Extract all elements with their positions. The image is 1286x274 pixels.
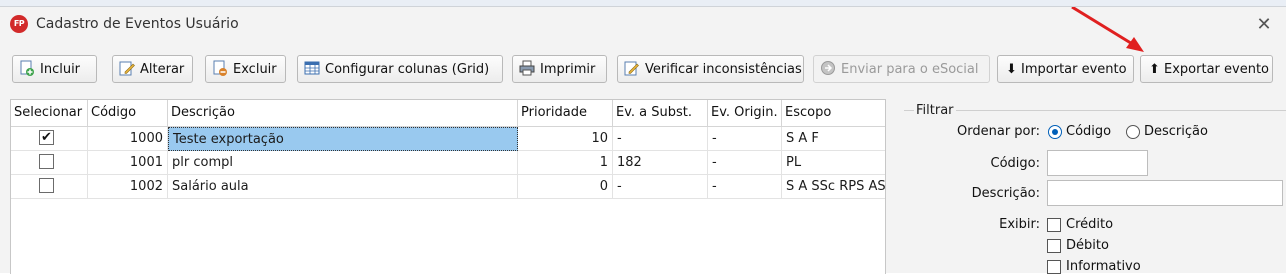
filter-legend: Filtrar [914,103,956,118]
codigo-filter-label: Código: [990,156,1040,171]
app-logo-icon: FP [10,15,28,33]
ev-subst-cell: 182 [613,151,708,175]
verificar-label: Verificar inconsistências [645,62,802,77]
excluir-button[interactable]: Excluir [205,55,286,83]
ev-origin-cell: - [708,175,782,199]
importar-evento-button[interactable]: ⬇ Importar evento [997,55,1134,83]
verificar-inconsistencias-button[interactable]: Verificar inconsistências [617,55,804,83]
close-icon: ✕ [1256,14,1272,35]
prioridade-cell: 0 [518,175,613,199]
imprimir-button[interactable]: Imprimir [512,55,607,83]
ordenar-label: Ordenar por: [957,124,1040,139]
table-row[interactable]: 1001 plr compl 1 182 - PL [11,151,885,175]
column-header-ev-origin[interactable]: Ev. Origin. [708,100,782,126]
configurar-label: Configurar colunas (Grid) [325,62,490,77]
ordenar-codigo-label[interactable]: Código [1066,124,1111,139]
credito-checkbox[interactable] [1047,218,1061,232]
edit-document-icon [119,61,135,76]
column-header-escopo[interactable]: Escopo [782,100,885,126]
events-grid[interactable]: Selecionar Código Descrição Prioridade E… [10,99,886,274]
descricao-cell: Salário aula [168,175,518,199]
row-checkbox[interactable] [39,178,54,193]
prioridade-cell: 10 [518,127,613,151]
incluir-label: Incluir [40,62,81,77]
filter-divider [904,110,1286,111]
delete-document-icon [213,60,227,76]
codigo-cell: 1002 [88,175,168,199]
ordenar-codigo-radio[interactable] [1048,125,1062,139]
ev-subst-cell: - [613,175,708,199]
escopo-cell: PL [782,151,885,175]
toolbar: Incluir Alterar Excluir Configurar colun… [0,55,1286,85]
row-checkbox[interactable] [39,154,54,169]
add-document-icon [20,60,34,76]
ev-origin-cell: - [708,151,782,175]
ev-subst-cell: - [613,127,708,151]
column-header-ev-subst[interactable]: Ev. a Subst. [613,100,708,126]
annotation-arrow-icon [1071,7,1144,52]
select-cell: ✔ [11,127,88,151]
grid-table-icon [304,61,320,75]
table-row[interactable]: 1002 Salário aula 0 - - S A SSc RPS AS [11,175,885,199]
row-checkbox[interactable]: ✔ [39,130,54,145]
imprimir-label: Imprimir [540,62,596,77]
codigo-filter-input[interactable] [1047,150,1148,176]
codigo-cell: 1001 [88,151,168,175]
column-header-prioridade[interactable]: Prioridade [518,100,613,126]
ordenar-descricao-label[interactable]: Descrição [1144,124,1208,139]
descricao-cell: plr compl [168,151,518,175]
filter-panel: Filtrar Ordenar por: Código Descrição Có… [904,103,1286,274]
select-cell [11,151,88,175]
importar-label: ⬇ Importar evento [1006,62,1127,77]
excluir-label: Excluir [233,62,277,77]
escopo-cell: S A SSc RPS AS [782,175,885,199]
enviar-label: Enviar para o eSocial [841,62,979,77]
column-header-selecionar[interactable]: Selecionar [11,100,88,126]
check-document-icon [624,61,639,76]
window-title: Cadastro de Eventos Usuário [36,16,239,32]
descricao-cell[interactable]: Teste exportação [168,127,518,151]
alterar-label: Alterar [140,62,185,77]
exportar-label: ⬆ Exportar evento [1149,62,1270,77]
credito-label[interactable]: Crédito [1066,217,1113,232]
close-button[interactable]: ✕ [1252,13,1276,37]
ev-origin-cell: - [708,127,782,151]
exibir-label: Exibir: [999,217,1040,232]
table-row[interactable]: ✔ 1000 Teste exportação 10 - - S A F [11,127,885,151]
debito-label[interactable]: Débito [1066,238,1109,253]
column-header-codigo[interactable]: Código [88,100,168,126]
select-cell [11,175,88,199]
ordenar-descricao-radio[interactable] [1126,125,1140,139]
send-esocial-icon [821,61,835,75]
column-header-descricao[interactable]: Descrição [168,100,518,126]
exportar-evento-button[interactable]: ⬆ Exportar evento [1140,55,1273,83]
escopo-cell: S A F [782,127,885,151]
dialog-window: FP Cadastro de Eventos Usuário ✕ Incluir… [0,6,1286,274]
printer-icon [519,60,535,76]
debito-checkbox[interactable] [1047,239,1061,253]
prioridade-cell: 1 [518,151,613,175]
codigo-cell: 1000 [88,127,168,151]
alterar-button[interactable]: Alterar [112,55,193,83]
descricao-filter-input[interactable] [1047,180,1283,206]
descricao-filter-label: Descrição: [971,186,1040,201]
incluir-button[interactable]: Incluir [12,55,97,83]
enviar-esocial-button[interactable]: Enviar para o eSocial [813,55,990,83]
configurar-colunas-button[interactable]: Configurar colunas (Grid) [297,55,503,83]
